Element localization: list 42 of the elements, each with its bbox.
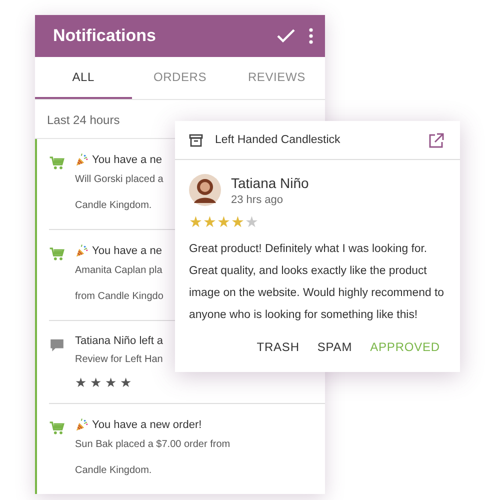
notification-title: Tatiana Niño left a xyxy=(75,335,164,347)
action-button[interactable]: TRASH xyxy=(250,334,306,360)
star-icon: ★ xyxy=(245,214,258,232)
star-icon: ★ xyxy=(231,214,244,232)
external-link-icon[interactable] xyxy=(429,132,444,148)
tab[interactable]: ALL xyxy=(35,57,132,99)
panel-title: Notifications xyxy=(53,26,157,46)
notification-text: Will Gorski placed a xyxy=(75,173,164,187)
cart-icon xyxy=(49,420,65,436)
star-icon: ★ xyxy=(189,214,202,232)
cart-icon xyxy=(49,155,65,171)
reviewer-name: Tatiana Niño xyxy=(231,174,309,190)
party-popper-icon xyxy=(75,418,89,432)
notification-text: Amanita Caplan pla xyxy=(75,264,162,278)
party-popper-icon xyxy=(75,244,89,258)
action-button[interactable]: SPAM xyxy=(311,334,358,360)
tab[interactable]: ORDERS xyxy=(132,57,228,99)
star-icon: ★ xyxy=(75,375,87,390)
review-time: 23 hrs ago xyxy=(231,194,284,206)
archive-icon xyxy=(189,134,203,146)
star-icon: ★ xyxy=(105,375,117,390)
notification-text: from Candle Kingdo xyxy=(75,290,164,304)
cart-icon xyxy=(49,246,65,262)
notification-text: Sun Bak placed a $7.00 order from xyxy=(75,438,230,452)
tab[interactable]: REVIEWS xyxy=(228,57,326,99)
checkmark-icon[interactable] xyxy=(277,29,295,43)
comment-icon xyxy=(49,337,65,353)
notification-title: You have a ne xyxy=(92,154,162,166)
avatar xyxy=(189,174,221,206)
review-text: Great product! Definitely what I was looking for. Great quality, and looks exactly like the product image on the website. Would highly recommend to anyone who is looking for something like this! xyxy=(189,242,445,323)
star-icon: ★ xyxy=(90,375,102,390)
notification-text: Candle Kingdom. xyxy=(75,199,152,213)
more-menu-icon[interactable] xyxy=(309,28,313,44)
star-icon: ★ xyxy=(203,214,216,232)
party-popper-icon xyxy=(75,153,89,167)
notification-text: Candle Kingdom. xyxy=(75,464,152,478)
notification-item[interactable]: You have a new order! Sun Bak placed a $7.00 order from Candle Kingdom. xyxy=(49,404,325,494)
notification-title: You have a new order! xyxy=(92,419,202,431)
notification-title: You have a ne xyxy=(92,245,162,257)
star-icon: ★ xyxy=(120,375,132,390)
notification-text: Review for Left Han xyxy=(75,353,163,367)
star-icon: ★ xyxy=(217,214,230,232)
